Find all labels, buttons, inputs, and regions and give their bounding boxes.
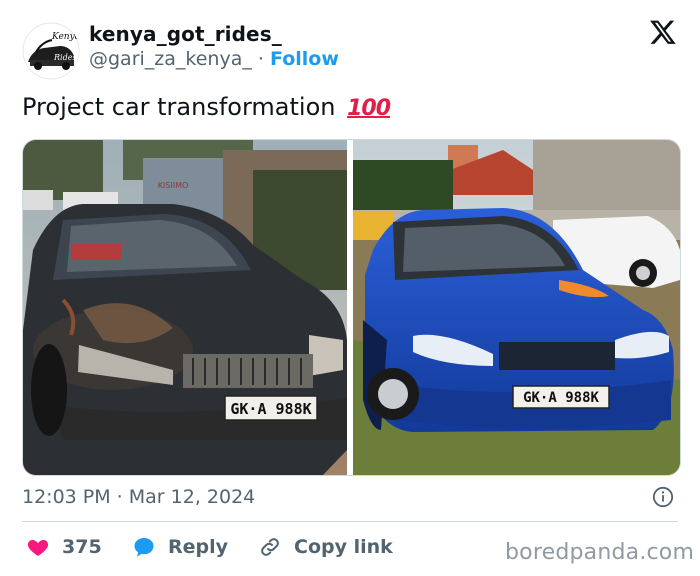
before-shop-sign: KISIIMO [158,181,189,190]
like-button[interactable]: 375 [26,535,102,559]
link-icon [261,538,279,556]
hundred-points-emoji-icon: 100 [347,96,391,121]
heart-icon [27,540,49,556]
reply-button[interactable]: Reply [132,535,228,559]
author-display-name[interactable]: kenya_got_rides_ [89,22,282,46]
before-license-plate: GK·A 988K [230,400,311,418]
tweet-timestamp[interactable]: 12:03 PM · Mar 12, 2024 [22,486,255,508]
avatar-logo-text-top: Kenya [51,32,80,42]
speech-bubble-icon [134,538,154,557]
avatar-logo-icon: Kenya Rides [22,22,80,80]
watermark: boredpanda.com [505,540,695,565]
x-logo-icon[interactable] [649,18,677,46]
follow-button[interactable]: Follow [270,48,339,70]
tweet-text: Project car transformation 100 [22,93,391,121]
divider [22,521,678,522]
reply-label: Reply [168,536,229,558]
handle-separator: · [257,48,264,70]
restored-blue-car-image: GK·A 988K [353,140,680,475]
after-license-plate: GK·A 988K [523,390,599,406]
avatar[interactable]: Kenya Rides [22,22,80,80]
before-photo[interactable]: GK·A 988K KISIIMO [23,140,347,475]
tweet-media[interactable]: GK·A 988K KISIIMO GK·A 988K [22,139,681,476]
tweet-text-body: Project car transformation [22,93,336,121]
after-photo[interactable]: GK·A 988K [353,140,680,475]
author-handle-row: @gari_za_kenya_ · Follow [89,48,339,70]
rusty-car-image: GK·A 988K KISIIMO [23,140,347,475]
author-handle[interactable]: @gari_za_kenya_ [89,48,252,70]
avatar-logo-text-bottom: Rides [53,53,77,62]
copy-link-label: Copy link [294,536,393,558]
copy-link-button[interactable]: Copy link [258,535,393,559]
info-icon[interactable] [652,486,674,508]
like-count: 375 [62,536,102,558]
